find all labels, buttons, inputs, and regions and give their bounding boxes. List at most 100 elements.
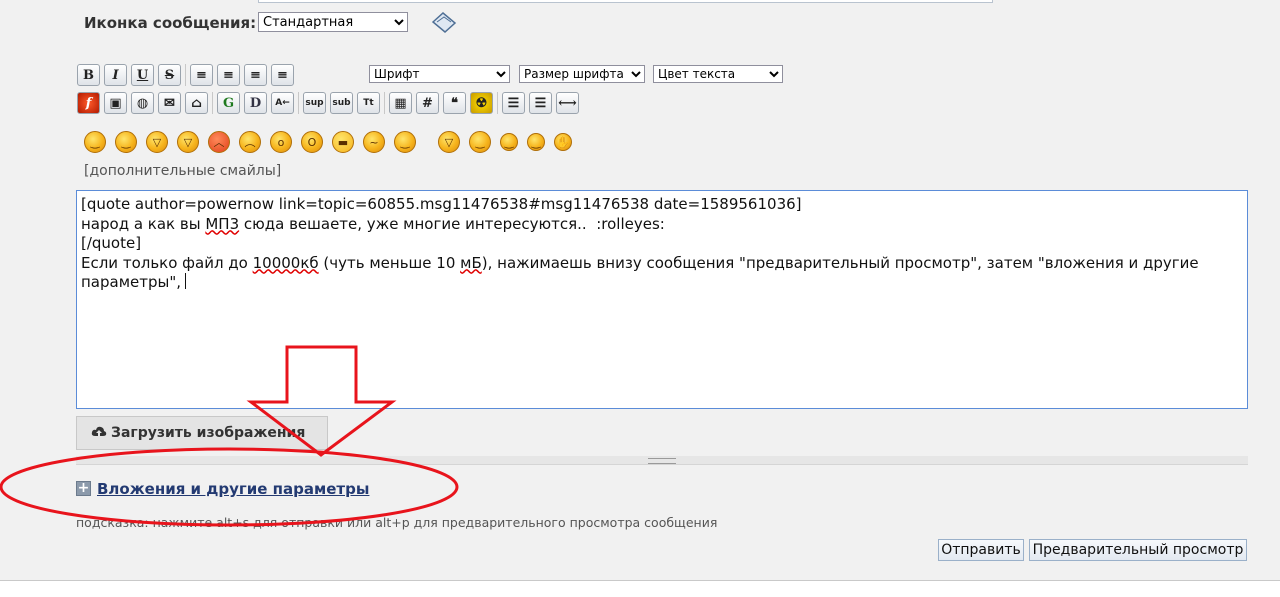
flash-icon: f bbox=[85, 95, 92, 111]
smiley-wink-icon[interactable]: ‿ bbox=[115, 131, 137, 153]
formatting-toolbar: B I U S ≡ ≡ ≡ ≡ bbox=[77, 64, 294, 86]
glow-button[interactable]: G bbox=[217, 92, 240, 114]
align-left-icon: ≡ bbox=[196, 67, 207, 83]
smiley-surprised-icon[interactable]: O bbox=[301, 131, 323, 153]
smiley-shocked-icon[interactable]: o bbox=[270, 131, 292, 153]
align-center-button[interactable]: ≡ bbox=[244, 64, 267, 86]
ordered-list-button[interactable]: ☰ bbox=[529, 92, 552, 114]
smiley-smile-icon[interactable]: ‿ bbox=[84, 131, 106, 153]
horizontal-rule-icon: ⟷ bbox=[558, 95, 577, 111]
align-justify-button[interactable]: ≡ bbox=[217, 64, 240, 86]
horizontal-rule-button[interactable]: ⟷ bbox=[556, 92, 579, 114]
smiley-undecided-icon[interactable]: ‿ bbox=[527, 133, 545, 151]
align-left-button[interactable]: ≡ bbox=[190, 64, 213, 86]
spellcheck-word: МП3 bbox=[205, 214, 240, 233]
toolbar-separator bbox=[185, 64, 186, 86]
message-icon-select[interactable]: Стандартная bbox=[258, 12, 408, 32]
teletype-button[interactable]: Tt bbox=[357, 92, 380, 114]
hide-button[interactable]: ☢ bbox=[470, 92, 493, 114]
table-button[interactable]: ▦ bbox=[389, 92, 412, 114]
align-right-icon: ≡ bbox=[277, 67, 288, 83]
editor-line-1: [quote author=powernow link=topic=60855.… bbox=[81, 195, 802, 213]
move-button[interactable]: A← bbox=[271, 92, 294, 114]
ftp-button[interactable]: ⌂ bbox=[185, 92, 208, 114]
align-right-button[interactable]: ≡ bbox=[271, 64, 294, 86]
smiley-cool-icon[interactable]: ▬ bbox=[332, 131, 354, 153]
cloud-upload-icon bbox=[91, 425, 107, 442]
editor-text: сюда вешаете, уже многие интересуются.. … bbox=[239, 214, 665, 233]
toolbar-separator bbox=[384, 92, 385, 114]
message-textarea[interactable]: [quote author=powernow link=topic=60855.… bbox=[76, 190, 1248, 409]
font-size-select[interactable]: Размер шрифта bbox=[519, 65, 645, 83]
table-icon: ▦ bbox=[394, 95, 407, 111]
quote-button[interactable]: ❝ bbox=[443, 92, 466, 114]
font-select[interactable]: Шрифт bbox=[369, 65, 510, 83]
spellcheck-word: мБ bbox=[460, 253, 482, 272]
unordered-list-button[interactable]: ☰ bbox=[502, 92, 525, 114]
expand-plus-icon[interactable]: + bbox=[76, 481, 91, 496]
smiley-angry-icon[interactable]: ︿ bbox=[208, 131, 230, 153]
editor-line-4: Если только файл до 10000кб (чуть меньше… bbox=[81, 254, 1243, 274]
subject-input-edge[interactable] bbox=[258, 0, 993, 3]
editor-text: (чуть меньше 10 bbox=[318, 253, 461, 272]
submit-button[interactable]: Отправить bbox=[938, 539, 1024, 561]
quote-icon: ❝ bbox=[451, 95, 458, 111]
toolbar-separator bbox=[212, 92, 213, 114]
smiley-facepalm-icon[interactable]: ✋ bbox=[554, 133, 572, 151]
email-button[interactable]: ✉ bbox=[158, 92, 181, 114]
resize-grip-icon[interactable] bbox=[648, 458, 676, 464]
bold-button[interactable]: B bbox=[77, 64, 100, 86]
subscript-button[interactable]: sub bbox=[330, 92, 353, 114]
page-footer-area bbox=[0, 581, 1280, 597]
smiley-bar: ‿ ‿ ▽ ▽ ︿ ︵ o O ▬ ~ ‿ ▽ ‿ ‿ ‿ ✋ bbox=[84, 131, 572, 153]
preview-button[interactable]: Предварительный просмотр bbox=[1029, 539, 1247, 561]
code-button[interactable]: # bbox=[416, 92, 439, 114]
smiley-huh-icon[interactable]: ~ bbox=[363, 131, 385, 153]
underline-icon: U bbox=[136, 67, 149, 83]
editor-text: народ а как вы bbox=[81, 214, 206, 233]
upload-images-button[interactable]: Загрузить изображения bbox=[76, 416, 328, 450]
image-button[interactable]: ▣ bbox=[104, 92, 127, 114]
flash-button[interactable]: f bbox=[77, 92, 100, 114]
teletype-icon: Tt bbox=[363, 98, 374, 108]
toolbar-separator bbox=[497, 92, 498, 114]
link-button[interactable]: ◍ bbox=[131, 92, 154, 114]
superscript-button[interactable]: sup bbox=[303, 92, 326, 114]
editor-text: Если только файл до bbox=[81, 253, 253, 272]
subscript-icon: sub bbox=[332, 98, 351, 108]
underline-button[interactable]: U bbox=[131, 64, 154, 86]
editor-text: параметры", bbox=[81, 273, 182, 291]
message-icon-label: Иконка сообщения: bbox=[84, 14, 257, 32]
shadow-button[interactable]: D bbox=[244, 92, 267, 114]
attachments-options-link[interactable]: Вложения и другие параметры bbox=[97, 480, 369, 498]
smiley-sad-icon[interactable]: ︵ bbox=[239, 131, 261, 153]
ftp-icon: ⌂ bbox=[191, 95, 202, 111]
text-caret bbox=[185, 273, 187, 289]
bullet-list-icon: ☰ bbox=[507, 95, 520, 111]
glow-icon: G bbox=[222, 95, 235, 111]
smiley-embarrassed-icon[interactable]: ‿ bbox=[469, 131, 491, 153]
smiley-cheesy-icon[interactable]: ▽ bbox=[146, 131, 168, 153]
smiley-tongue-icon[interactable]: ▽ bbox=[438, 131, 460, 153]
insert-toolbar: f ▣ ◍ ✉ ⌂ G D A← sup sub Tt ▦ # ❝ ☢ ☰ ☰ ⟷ bbox=[77, 92, 579, 114]
smiley-grin-icon[interactable]: ▽ bbox=[177, 131, 199, 153]
spellcheck-word: 10000кб bbox=[252, 253, 319, 272]
editor-line-5: параметры", bbox=[81, 273, 1243, 293]
numbered-list-icon: ☰ bbox=[534, 95, 547, 111]
message-icon-preview bbox=[430, 10, 458, 36]
editor-line-2: народ а как вы МП3 сюда вешаете, уже мно… bbox=[81, 215, 1243, 235]
radiation-icon: ☢ bbox=[475, 95, 488, 111]
align-center-icon: ≡ bbox=[250, 67, 261, 83]
bold-icon: B bbox=[83, 67, 94, 83]
strikethrough-button[interactable]: S bbox=[158, 64, 181, 86]
align-justify-icon: ≡ bbox=[223, 67, 234, 83]
smiley-rolleyes-icon[interactable]: ‿ bbox=[394, 131, 416, 153]
italic-icon: I bbox=[112, 67, 119, 83]
text-color-select[interactable]: Цвет текста bbox=[653, 65, 783, 83]
italic-button[interactable]: I bbox=[104, 64, 127, 86]
upload-images-label: Загрузить изображения bbox=[111, 425, 306, 441]
more-smileys-link[interactable]: [дополнительные смайлы] bbox=[84, 163, 281, 179]
image-icon: ▣ bbox=[109, 95, 122, 111]
smiley-lipsrsealed-icon[interactable]: ‿ bbox=[500, 133, 518, 151]
shortcut-hint: подсказка: нажмите alt+s для отправки ил… bbox=[76, 515, 718, 530]
